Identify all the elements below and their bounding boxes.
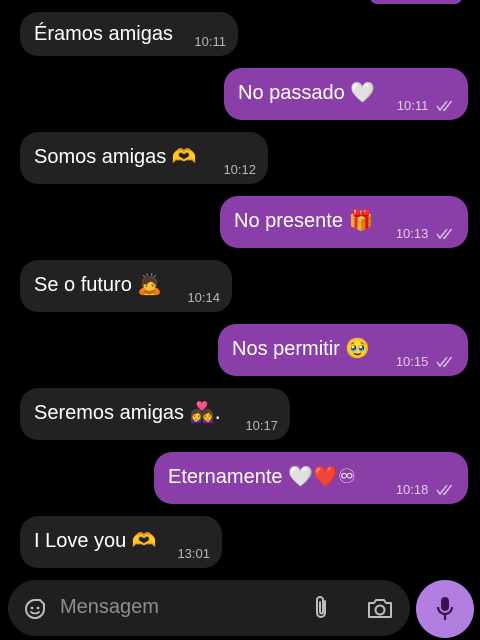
camera-icon[interactable] (366, 596, 394, 620)
voice-record-button[interactable] (416, 580, 474, 638)
message-time: 10:13 (395, 226, 429, 241)
couple-heart-emoji: 👩‍❤️‍👩. (189, 400, 221, 424)
message-time: 10:17 (245, 418, 278, 433)
heart-emoji: 🤍 (350, 80, 376, 104)
message-bubble-incoming[interactable]: Se o futuro 🙇 10:14 (20, 260, 232, 312)
pleading-face-emoji: 🥹 (345, 336, 371, 360)
message-text: I Love you (34, 530, 127, 552)
message-text: Éramos amigas (34, 23, 173, 45)
message-bubble-incoming[interactable]: Somos amigas 🫶 10:12 (20, 132, 268, 184)
message-composer[interactable]: Mensagem (8, 580, 410, 636)
attach-icon[interactable] (310, 594, 332, 622)
message-text: Eternamente (168, 466, 283, 488)
message-text: Se o futuro (34, 274, 132, 296)
previous-message-bubble (370, 0, 462, 4)
message-bubble-outgoing[interactable]: No presente 🎁 10:13 (220, 196, 468, 248)
gift-emoji: 🎁 (348, 208, 374, 232)
message-time: 10:11 (396, 98, 429, 113)
message-bubble-incoming[interactable]: Éramos amigas 10:11 (20, 12, 238, 56)
message-time: 10:12 (223, 162, 256, 177)
heart-hands-emoji: 🫶 (171, 144, 197, 168)
message-bubble-incoming[interactable]: I Love you 🫶 13:01 (20, 516, 222, 568)
message-text: Somos amigas (34, 146, 167, 168)
double-check-icon (436, 100, 453, 112)
message-time: 10:14 (187, 290, 220, 305)
message-text: No presente (234, 210, 343, 232)
message-bubble-outgoing[interactable]: Nos permitir 🥹 10:15 (218, 324, 468, 376)
message-time: 10:15 (395, 354, 429, 369)
bowing-person-emoji: 🙇 (137, 272, 163, 296)
message-text: No passado (238, 82, 345, 104)
message-time: 13:01 (177, 546, 210, 561)
message-bubble-outgoing[interactable]: No passado 🤍 10:11 (224, 68, 468, 120)
hearts-infinity-emoji: 🤍❤️♾ (288, 464, 356, 488)
message-text: Nos permitir (232, 338, 340, 360)
message-input-placeholder[interactable]: Mensagem (60, 596, 159, 619)
double-check-icon (436, 356, 453, 368)
sticker-icon[interactable] (22, 596, 48, 622)
message-bubble-incoming[interactable]: Seremos amigas 👩‍❤️‍👩. 10:17 (20, 388, 290, 440)
message-time: 10:11 (194, 34, 226, 49)
message-bubble-outgoing[interactable]: Eternamente 🤍❤️♾ 10:18 (154, 452, 468, 504)
heart-hands-emoji: 🫶 (131, 528, 157, 552)
mic-icon (436, 597, 454, 620)
double-check-icon (436, 484, 453, 496)
double-check-icon (436, 228, 453, 240)
message-time: 10:18 (395, 482, 429, 497)
message-text: Seremos amigas (34, 402, 185, 424)
